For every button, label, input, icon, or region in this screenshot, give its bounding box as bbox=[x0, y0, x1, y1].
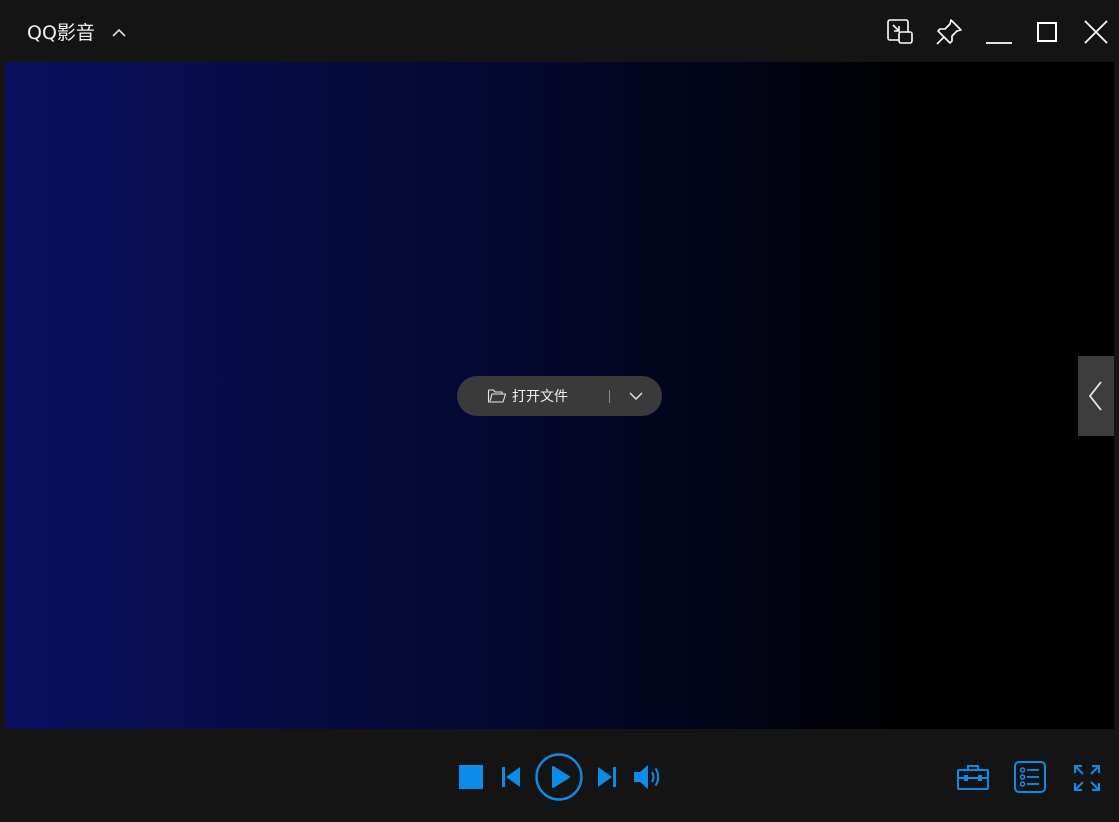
fullscreen-button[interactable] bbox=[1072, 763, 1102, 793]
previous-button[interactable] bbox=[497, 762, 525, 792]
play-icon bbox=[535, 753, 583, 801]
previous-icon bbox=[502, 767, 520, 787]
side-panel-toggle[interactable] bbox=[1078, 356, 1114, 436]
toolbox-icon bbox=[957, 765, 989, 790]
playlist-button[interactable] bbox=[1012, 759, 1048, 795]
open-file-button[interactable]: 打开文件 bbox=[457, 376, 597, 416]
title-bar: QQ影音 bbox=[0, 0, 1119, 62]
stop-icon bbox=[459, 765, 483, 789]
volume-icon bbox=[634, 765, 660, 789]
chevron-down-icon bbox=[629, 392, 643, 400]
pin-button[interactable] bbox=[933, 16, 965, 48]
open-file-control: 打开文件 bbox=[457, 376, 662, 416]
folder-icon bbox=[487, 389, 507, 403]
fullscreen-icon bbox=[1074, 765, 1100, 791]
app-title: QQ影音 bbox=[27, 22, 95, 44]
minimize-button[interactable] bbox=[982, 16, 1014, 48]
stop-button[interactable] bbox=[456, 762, 486, 792]
mini-mode-icon bbox=[887, 19, 913, 44]
chevron-up-icon bbox=[112, 28, 126, 37]
title-menu-toggle[interactable] bbox=[110, 24, 128, 42]
pin-icon bbox=[936, 19, 962, 45]
toolbox-button[interactable] bbox=[955, 761, 991, 793]
playlist-icon bbox=[1014, 761, 1046, 793]
next-icon bbox=[598, 767, 616, 787]
maximize-icon bbox=[1037, 22, 1057, 42]
close-icon bbox=[1084, 20, 1108, 44]
open-file-dropdown[interactable] bbox=[610, 376, 662, 416]
control-bar bbox=[0, 729, 1119, 822]
chevron-left-icon bbox=[1088, 381, 1102, 411]
maximize-button[interactable] bbox=[1031, 16, 1063, 48]
play-button[interactable] bbox=[534, 752, 584, 802]
volume-button[interactable] bbox=[631, 761, 665, 793]
open-file-label: 打开文件 bbox=[512, 389, 568, 405]
mini-mode-button[interactable] bbox=[884, 16, 916, 48]
close-button[interactable] bbox=[1080, 16, 1112, 48]
minimize-icon bbox=[986, 42, 1012, 44]
next-button[interactable] bbox=[593, 762, 621, 792]
